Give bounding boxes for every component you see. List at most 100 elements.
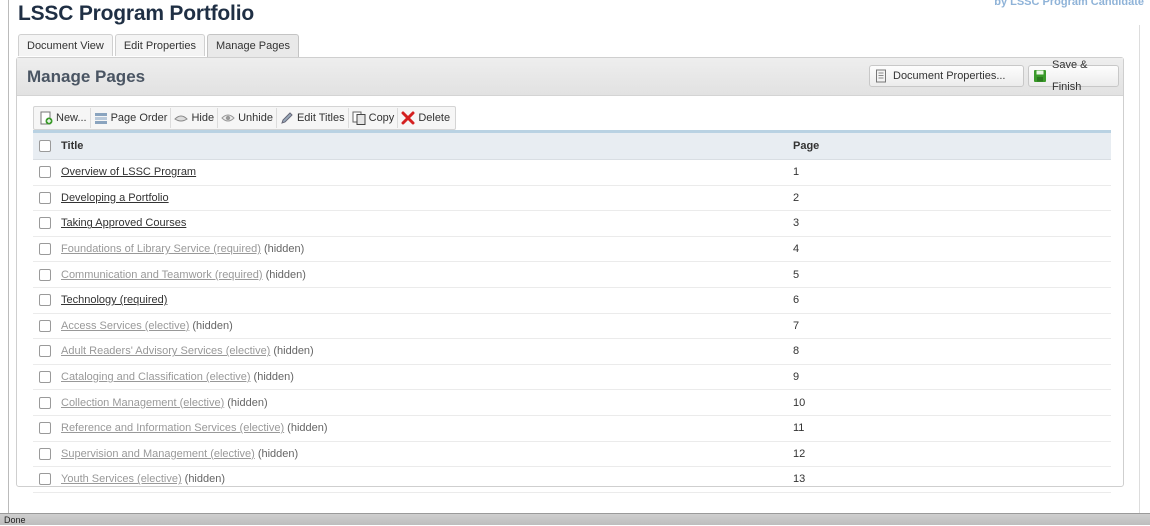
table-body: Overview of LSSC Program 1 Developing a Po…	[33, 160, 1111, 493]
delete-label: Delete	[418, 112, 451, 124]
window-right-border	[1139, 25, 1140, 513]
edit-titles-label: Edit Titles	[296, 112, 345, 124]
table-row: Reference and Information Services (elec…	[33, 416, 1111, 442]
page-number: 5	[793, 268, 800, 281]
delete-button[interactable]: Delete	[397, 108, 453, 128]
table-row: Collection Management (elective) (hidden)…	[33, 390, 1111, 416]
page-order-button[interactable]: Page Order	[89, 108, 171, 128]
page-number: 9	[793, 371, 800, 384]
save-finish-label: Save & Finish	[1052, 59, 1088, 93]
copy-label: Copy	[368, 112, 395, 124]
table-row: Taking Approved Courses 3	[33, 211, 1111, 237]
page-number: 8	[793, 345, 800, 358]
table-row: Foundations of Library Service (required…	[33, 237, 1111, 263]
page-number: 3	[793, 217, 800, 230]
page-toolbar: New... Page Order Hide Unhide Edit Title…	[33, 106, 457, 130]
page-title-link[interactable]: Supervision and Management (elective)	[61, 448, 255, 460]
tab-document-view[interactable]: Document View	[18, 34, 113, 56]
new-page-button[interactable]: New...	[36, 108, 90, 128]
page-title-link[interactable]: Adult Readers' Advisory Services (electi…	[61, 345, 270, 357]
page-order-icon	[94, 111, 108, 125]
table-row: Cataloging and Classification (elective)…	[33, 365, 1111, 391]
hidden-label: (hidden)	[263, 243, 305, 256]
page-number: 12	[793, 447, 806, 460]
row-checkbox[interactable]	[39, 319, 51, 332]
page-title-link[interactable]: Technology (required)	[61, 294, 167, 306]
row-checkbox[interactable]	[39, 191, 51, 204]
unhide-icon	[221, 111, 235, 125]
byline: by LSSC Program Candidate	[994, 0, 1144, 8]
table-row: Developing a Portfolio 2	[33, 186, 1111, 212]
column-header-page: Page	[793, 140, 820, 152]
status-bar: Done	[0, 513, 1150, 525]
page-order-label: Page Order	[110, 112, 168, 124]
row-checkbox[interactable]	[39, 345, 51, 358]
row-checkbox[interactable]	[39, 447, 51, 460]
page-title-link[interactable]: Foundations of Library Service (required…	[61, 243, 261, 255]
page-number: 7	[793, 319, 800, 332]
hidden-label: (hidden)	[265, 268, 306, 281]
tab-bar: Document View Edit Properties Manage Pag…	[18, 34, 301, 57]
hidden-label: (hidden)	[257, 447, 299, 460]
page-number: 10	[793, 396, 806, 409]
page-title-link[interactable]: Cataloging and Classification (elective)	[61, 371, 251, 383]
row-checkbox[interactable]	[39, 243, 51, 256]
hidden-label: (hidden)	[192, 319, 233, 332]
page-title-link[interactable]: Collection Management (elective)	[61, 397, 224, 409]
hidden-label: (hidden)	[184, 473, 226, 486]
page-title-link[interactable]: Youth Services (elective)	[61, 473, 182, 485]
select-all-checkbox[interactable]	[39, 140, 51, 152]
row-checkbox[interactable]	[39, 422, 51, 435]
document-properties-button[interactable]: Document Properties...	[869, 65, 1024, 87]
hide-label: Hide	[191, 112, 215, 124]
row-checkbox[interactable]	[39, 294, 51, 307]
row-checkbox[interactable]	[39, 268, 51, 281]
unhide-button[interactable]: Unhide	[217, 108, 276, 128]
hide-icon	[174, 111, 189, 125]
page-number: 6	[793, 294, 800, 307]
table-row: Supervision and Management (elective) (hi…	[33, 442, 1111, 468]
hidden-label: (hidden)	[273, 345, 314, 358]
hidden-label: (hidden)	[253, 371, 294, 384]
hide-button[interactable]: Hide	[170, 108, 217, 128]
panel-title: Manage Pages	[27, 67, 146, 86]
document-properties-label: Document Properties...	[893, 70, 1006, 82]
document-icon	[874, 69, 888, 83]
table-row: Technology (required) 6	[33, 288, 1111, 314]
page-title-link[interactable]: Taking Approved Courses	[61, 217, 186, 229]
manage-pages-panel: Manage Pages Document Properties... Save…	[16, 57, 1124, 493]
tab-manage-pages[interactable]: Manage Pages	[207, 34, 299, 57]
pages-table: Title Page Overview of LSSC Program 1 Deve…	[33, 130, 1111, 493]
hidden-label: (hidden)	[287, 422, 328, 435]
copy-button[interactable]: Copy	[347, 108, 398, 128]
unhide-label: Unhide	[238, 112, 273, 124]
page-title-link[interactable]: Access Services (elective)	[61, 320, 189, 332]
table-row: Communication and Teamwork (required) (hi…	[33, 262, 1111, 288]
row-checkbox[interactable]	[39, 166, 51, 179]
copy-icon	[352, 111, 366, 125]
row-checkbox[interactable]	[39, 217, 51, 230]
tab-edit-properties[interactable]: Edit Properties	[114, 34, 205, 56]
row-checkbox[interactable]	[39, 396, 51, 409]
table-row: Youth Services (elective) (hidden) 13	[33, 467, 1111, 493]
app-title: LSSC Program Portfolio	[18, 2, 254, 25]
page-title-link[interactable]: Communication and Teamwork (required)	[61, 269, 263, 281]
table-row: Access Services (elective) (hidden) 7	[33, 314, 1111, 340]
row-checkbox[interactable]	[39, 371, 51, 384]
delete-x-icon	[401, 111, 415, 125]
table-header: Title Page	[33, 133, 1111, 160]
page-number: 1	[793, 166, 800, 179]
new-page-label: New...	[56, 112, 87, 124]
row-checkbox[interactable]	[39, 473, 51, 486]
window-left-border	[8, 0, 9, 513]
page-title-link[interactable]: Developing a Portfolio	[61, 192, 169, 204]
column-header-title: Title	[61, 140, 84, 152]
hidden-label: (hidden)	[227, 396, 268, 409]
edit-titles-button[interactable]: Edit Titles	[275, 108, 348, 128]
save-finish-button[interactable]: Save & Finish	[1028, 59, 1119, 93]
page-number: 2	[793, 191, 800, 204]
page-title-link[interactable]: Reference and Information Services (elec…	[61, 422, 284, 434]
new-page-icon	[39, 111, 53, 125]
table-row: Adult Readers' Advisory Services (electi…	[33, 339, 1111, 365]
page-title-link[interactable]: Overview of LSSC Program	[61, 166, 196, 178]
